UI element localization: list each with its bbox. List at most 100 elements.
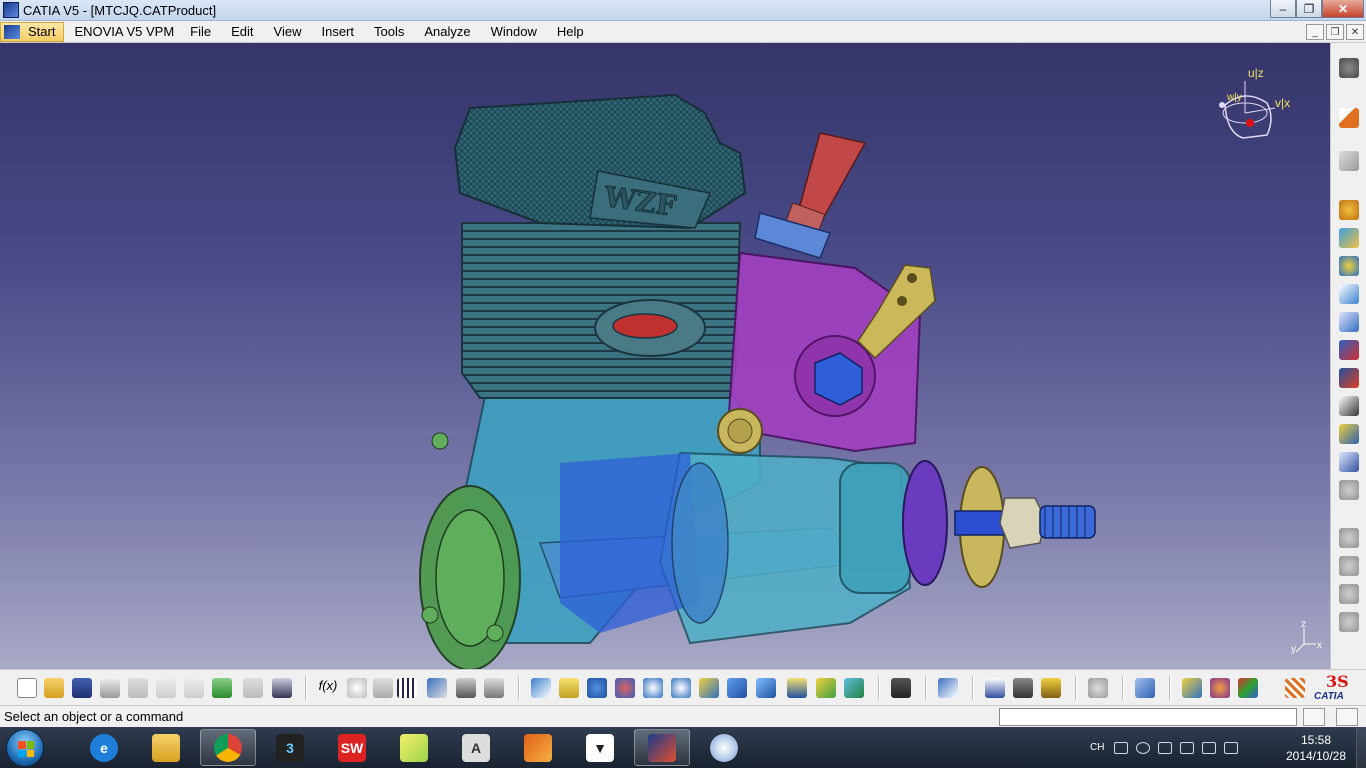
snap-icon[interactable] [1285, 678, 1305, 698]
open-icon[interactable] [44, 678, 64, 698]
command-cancel-button[interactable] [1336, 708, 1358, 726]
multi-view-icon[interactable] [727, 678, 747, 698]
volume-icon[interactable] [1224, 741, 1239, 754]
menu-edit[interactable]: Edit [221, 24, 263, 39]
redo-icon[interactable] [243, 678, 263, 698]
save-icon[interactable] [72, 678, 92, 698]
hide-show-icon[interactable] [787, 678, 807, 698]
minimize-button[interactable]: – [1270, 0, 1296, 18]
explode-icon[interactable] [1339, 368, 1359, 388]
replace-icon[interactable] [1339, 312, 1359, 332]
iso-view-icon[interactable] [756, 678, 776, 698]
manipulate-icon[interactable] [1013, 678, 1033, 698]
undo-icon[interactable] [212, 678, 232, 698]
assembly-icon[interactable] [1238, 678, 1258, 698]
taskbar-autodesk[interactable]: A [448, 729, 504, 766]
compass-gray-icon[interactable] [1339, 584, 1359, 604]
whats-this-icon[interactable] [272, 678, 292, 698]
lock-icon[interactable] [456, 678, 476, 698]
taskbar-internet-explorer[interactable]: e [76, 729, 132, 766]
paste-icon[interactable] [184, 678, 204, 698]
taskbar-paint[interactable] [696, 729, 752, 766]
doc-restore-button[interactable]: ❐ [1326, 24, 1344, 40]
monitor-icon[interactable] [1202, 741, 1217, 754]
menu-tools[interactable]: Tools [364, 24, 414, 39]
cog-gray3-icon[interactable] [1339, 556, 1359, 576]
sectioning-icon[interactable] [1182, 678, 1202, 698]
knowledge-icon[interactable] [347, 678, 367, 698]
assembly-constraint-icon[interactable] [1339, 256, 1359, 276]
doc-close-button[interactable]: ✕ [1346, 24, 1364, 40]
swap-visible-icon[interactable] [816, 678, 836, 698]
scene-icon[interactable] [1210, 678, 1230, 698]
constraint-icon[interactable] [1339, 228, 1359, 248]
network-icon[interactable] [1180, 741, 1195, 754]
menu-enovia[interactable]: ENOVIA V5 VPM [70, 24, 180, 39]
menu-window[interactable]: Window [481, 24, 547, 39]
windows-start-button[interactable] [6, 729, 44, 767]
tray-expand-icon[interactable] [1158, 741, 1173, 754]
move-icon[interactable] [1339, 340, 1359, 360]
taskbar-solidworks[interactable]: SW [324, 729, 380, 766]
taskbar-sticky-notes[interactable] [386, 729, 442, 766]
product-icon[interactable] [1339, 424, 1359, 444]
formula-icon[interactable]: f(x) [318, 678, 338, 698]
zoom-in-icon[interactable] [643, 678, 663, 698]
taskbar-matlab[interactable] [510, 729, 566, 766]
copy-icon[interactable] [156, 678, 176, 698]
cog-gray-icon[interactable] [1339, 480, 1359, 500]
command-input[interactable] [999, 708, 1297, 726]
update-constraints-icon[interactable] [1339, 200, 1359, 220]
catia-app-icon[interactable] [3, 2, 19, 18]
close-button[interactable]: ✕ [1322, 0, 1364, 18]
cut-icon[interactable] [128, 678, 148, 698]
menu-file[interactable]: File [180, 24, 221, 39]
input-language[interactable]: CH [1090, 742, 1104, 753]
print-icon[interactable] [100, 678, 120, 698]
generate-icon[interactable] [1135, 678, 1155, 698]
help-icon[interactable] [1136, 741, 1151, 754]
taskbar-file-explorer[interactable] [138, 729, 194, 766]
tree-icon[interactable] [427, 678, 447, 698]
zoom-out-icon[interactable] [671, 678, 691, 698]
fly-mode-icon[interactable] [531, 678, 551, 698]
update-icon[interactable] [1088, 678, 1108, 698]
menu-insert[interactable]: Insert [311, 24, 364, 39]
insert-icon[interactable] [1339, 284, 1359, 304]
bom-icon[interactable] [1339, 452, 1359, 472]
annotation-icon[interactable] [1339, 396, 1359, 416]
analysis-icon[interactable] [1041, 678, 1061, 698]
command-list-button[interactable] [1303, 708, 1325, 726]
rotate-icon[interactable] [615, 678, 635, 698]
taskbar-chrome[interactable] [200, 729, 256, 766]
fit-all-icon[interactable] [559, 678, 579, 698]
snap-gray-icon[interactable] [1339, 612, 1359, 632]
maximize-button[interactable]: ❐ [1296, 0, 1322, 18]
capture-icon[interactable] [891, 678, 911, 698]
table-icon[interactable] [397, 678, 417, 698]
taskbar-fox-app[interactable]: ▼ [572, 729, 628, 766]
gear-icon[interactable] [1339, 58, 1359, 78]
marker-icon[interactable] [373, 678, 393, 698]
keyboard-icon[interactable] [1114, 741, 1129, 754]
menu-analyze[interactable]: Analyze [414, 24, 480, 39]
engine-model[interactable]: WZF [0, 43, 1330, 669]
measure-icon[interactable] [985, 678, 1005, 698]
new-icon[interactable] [17, 678, 37, 698]
product-icon[interactable] [938, 678, 958, 698]
sketch-select-icon[interactable] [1339, 151, 1359, 171]
taskbar-catia[interactable] [634, 729, 690, 766]
compass-widget[interactable]: u|z v|x w|y [1205, 63, 1305, 153]
menu-view[interactable]: View [264, 24, 312, 39]
clock[interactable]: 15:58 2014/10/28 [1280, 732, 1352, 764]
normal-view-icon[interactable] [699, 678, 719, 698]
compass-red-point[interactable] [1246, 119, 1254, 127]
pan-icon[interactable] [587, 678, 607, 698]
render-style-icon[interactable] [844, 678, 864, 698]
doc-minimize-button[interactable]: _ [1306, 24, 1324, 40]
show-desktop-button[interactable] [1356, 727, 1366, 768]
catalog-icon[interactable] [484, 678, 504, 698]
menu-help[interactable]: Help [547, 24, 594, 39]
select-icon[interactable] [1339, 108, 1359, 128]
cog-gray2-icon[interactable] [1339, 528, 1359, 548]
